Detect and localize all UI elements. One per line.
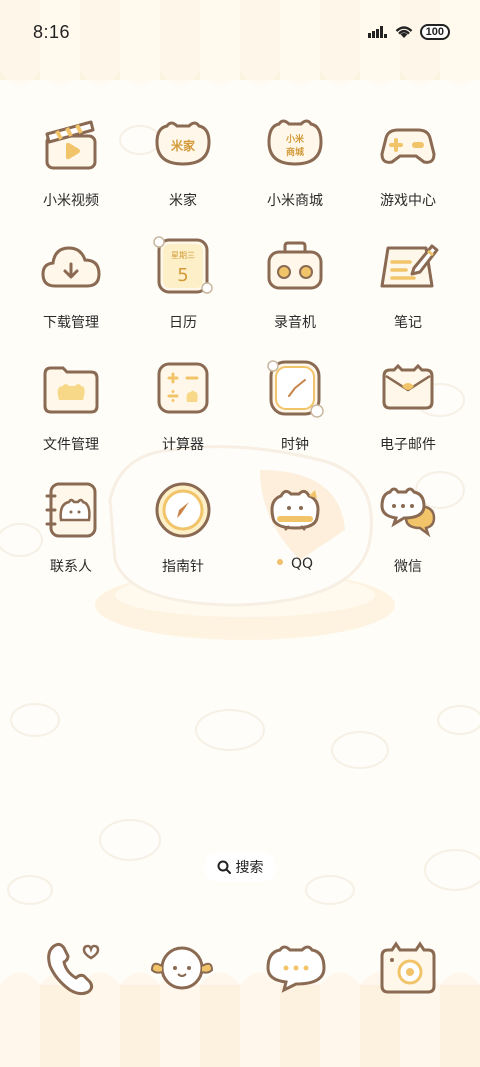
app-compass[interactable]: 指南针 <box>127 478 239 590</box>
app-wechat[interactable]: 微信 <box>352 478 464 590</box>
app-email[interactable]: 电子邮件 <box>352 356 464 468</box>
clapperboard-icon <box>45 120 97 170</box>
app-label: 联系人 <box>50 559 92 575</box>
contacts-icon <box>45 482 97 538</box>
app-label: 电子邮件 <box>380 437 436 453</box>
app-label: 米家 <box>169 193 197 209</box>
app-label: 小米商城 <box>267 193 323 209</box>
dock-messages[interactable] <box>264 936 328 1000</box>
recorder-icon <box>267 241 323 290</box>
app-label: 录音机 <box>274 315 316 331</box>
mall-icon: 小米 商城 <box>267 119 323 166</box>
search-button[interactable]: 搜索 <box>204 852 276 882</box>
clock-icon <box>267 360 324 418</box>
app-xiaomi-mall[interactable]: 小米 商城 小米商城 <box>239 112 351 224</box>
app-label: 微信 <box>394 559 422 575</box>
app-label: 小米视频 <box>43 193 99 209</box>
app-label: QQ <box>239 556 351 572</box>
cloud-download-icon <box>41 246 101 288</box>
status-bar: 8:16 100 <box>0 0 480 68</box>
app-notes[interactable]: 笔记 <box>352 234 464 346</box>
search-icon <box>217 860 231 874</box>
app-game-center[interactable]: 游戏中心 <box>352 112 464 224</box>
svg-text:米家: 米家 <box>171 138 196 153</box>
svg-text:小米: 小米 <box>285 133 305 145</box>
app-recorder[interactable]: 录音机 <box>239 234 351 346</box>
calendar-icon: 星期三 5 <box>153 236 213 294</box>
mail-icon <box>382 363 434 410</box>
app-label: 时钟 <box>281 437 309 453</box>
dock-smiley[interactable] <box>150 936 214 1000</box>
svg-text:商城: 商城 <box>286 146 304 158</box>
qq-icon <box>270 489 320 531</box>
app-label: 下载管理 <box>43 315 99 331</box>
gamepad-icon <box>380 128 436 164</box>
folder-icon <box>43 366 99 414</box>
app-label: 日历 <box>169 315 197 331</box>
status-icons: 100 <box>367 24 450 40</box>
app-contacts[interactable]: 联系人 <box>15 478 127 590</box>
app-qq[interactable]: QQ <box>239 478 351 590</box>
svg-text:星期三: 星期三 <box>171 251 195 260</box>
app-xiaomi-video[interactable]: 小米视频 <box>15 112 127 224</box>
message-icon <box>266 945 326 993</box>
mijia-icon: 米家 <box>155 121 211 166</box>
smiley-icon <box>150 946 214 990</box>
app-label: 笔记 <box>394 315 422 331</box>
wechat-icon <box>380 487 436 538</box>
battery-indicator: 100 <box>419 24 450 40</box>
app-label: 游戏中心 <box>380 193 436 209</box>
app-file-manager[interactable]: 文件管理 <box>15 356 127 468</box>
svg-text:5: 5 <box>177 265 188 286</box>
app-calendar[interactable]: 星期三 5 日历 <box>127 234 239 346</box>
app-label: 计算器 <box>162 437 204 453</box>
signal-icon <box>367 26 387 38</box>
calculator-icon <box>157 362 209 414</box>
dock-phone[interactable] <box>40 936 104 1000</box>
new-notification-dot <box>276 559 283 565</box>
compass-icon <box>155 482 211 538</box>
phone-icon <box>47 942 100 996</box>
app-label: 指南针 <box>162 559 204 575</box>
notes-icon <box>380 244 439 288</box>
search-label: 搜索 <box>235 860 264 876</box>
app-mijia[interactable]: 米家 米家 <box>127 112 239 224</box>
app-clock[interactable]: 时钟 <box>239 356 351 468</box>
app-download-manager[interactable]: 下载管理 <box>15 234 127 346</box>
camera-icon <box>380 941 436 994</box>
status-time: 8:16 <box>33 22 71 42</box>
app-label: 文件管理 <box>43 437 99 453</box>
dock-camera[interactable] <box>376 936 440 1000</box>
app-calculator[interactable]: 计算器 <box>127 356 239 468</box>
wifi-icon <box>395 26 412 38</box>
